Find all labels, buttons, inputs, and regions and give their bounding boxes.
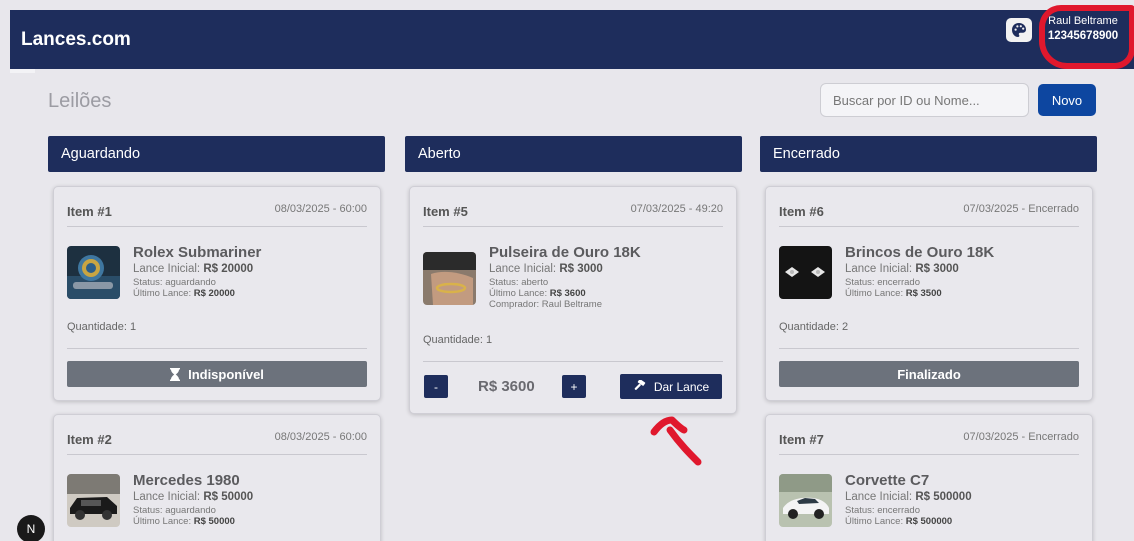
divider <box>423 361 723 362</box>
user-name: Raul Beltrame <box>1048 15 1118 27</box>
button-label: Finalizado <box>897 366 961 382</box>
auction-card-item-7: Item #7 07/03/2025 - Encerrado Corvette … <box>765 414 1093 541</box>
card-header: Item #2 08/03/2025 - 60:00 <box>67 415 367 455</box>
place-bid-button[interactable]: Dar Lance <box>620 374 722 399</box>
item-quantity: Quantidade: 2 <box>779 321 849 333</box>
item-date: 07/03/2025 - 49:20 <box>630 203 723 215</box>
navbar: Lances.com <box>10 10 1134 69</box>
item-date: 07/03/2025 - Encerrado <box>963 431 1079 443</box>
item-info: Mercedes 1980 Lance Inicial: R$ 50000 St… <box>133 472 372 527</box>
page-title: Leilões <box>48 90 112 112</box>
card-header: Item #6 07/03/2025 - Encerrado <box>779 187 1079 227</box>
hourglass-icon <box>170 367 181 381</box>
item-quantity: Quantidade: 1 <box>423 334 493 346</box>
initial-bid: Lance Inicial: R$ 3000 <box>845 263 959 275</box>
gavel-icon <box>634 380 646 390</box>
item-info: Pulseira de Ouro 18K Lance Inicial: R$ 3… <box>489 244 728 310</box>
initial-bid: Lance Inicial: R$ 3000 <box>489 263 603 275</box>
last-bid: Último Lance: R$ 20000 <box>133 288 235 299</box>
item-status: Status: aguardando <box>133 277 216 288</box>
item-id: Item #6 <box>779 204 824 219</box>
column-header-closed: Encerrado <box>760 136 1097 172</box>
auction-card-item-2: Item #2 08/03/2025 - 60:00 Mercedes 1980… <box>53 414 381 541</box>
search-input[interactable] <box>820 83 1029 117</box>
item-id: Item #5 <box>423 204 468 219</box>
initial-bid: Lance Inicial: R$ 50000 <box>133 491 254 503</box>
item-date: 08/03/2025 - 60:00 <box>274 431 367 443</box>
item-status: Status: aguardando <box>133 505 216 516</box>
item-name: Mercedes 1980 <box>133 472 240 489</box>
card-header: Item #5 07/03/2025 - 49:20 <box>423 187 723 227</box>
annotation-arrow <box>650 416 702 466</box>
tab-indicator <box>10 69 35 73</box>
palette-icon <box>1012 23 1026 37</box>
increment-button[interactable]: + <box>562 375 586 398</box>
finished-button[interactable]: Finalizado <box>779 361 1079 387</box>
last-bid: Último Lance: R$ 50000 <box>133 516 235 527</box>
button-label: Dar Lance <box>653 379 710 394</box>
item-status: Status: encerrado <box>845 277 920 288</box>
card-header: Item #7 07/03/2025 - Encerrado <box>779 415 1079 455</box>
user-info[interactable]: Raul Beltrame 12345678900 <box>1040 8 1126 50</box>
nextjs-dev-badge[interactable]: N <box>17 515 45 541</box>
item-quantity: Quantidade: 1 <box>67 321 137 333</box>
decrement-button[interactable]: - <box>424 375 448 398</box>
divider <box>779 348 1079 349</box>
item-image <box>779 474 832 527</box>
column-header-open: Aberto <box>405 136 742 172</box>
last-bid: Último Lance: R$ 500000 <box>845 516 953 527</box>
item-image <box>423 252 476 305</box>
auction-card-item-6: Item #6 07/03/2025 - Encerrado Brincos d… <box>765 186 1093 401</box>
buyer-name: Comprador: Raul Beltrame <box>489 299 602 310</box>
brand-logo[interactable]: Lances.com <box>21 29 131 51</box>
last-bid: Último Lance: R$ 3600 <box>489 288 586 299</box>
column-header-waiting: Aguardando <box>48 136 385 172</box>
item-info: Brincos de Ouro 18K Lance Inicial: R$ 30… <box>845 244 1084 299</box>
item-name: Pulseira de Ouro 18K <box>489 244 641 261</box>
item-status: Status: encerrado <box>845 505 920 516</box>
card-header: Item #1 08/03/2025 - 60:00 <box>67 187 367 227</box>
item-date: 07/03/2025 - Encerrado <box>963 203 1079 215</box>
item-name: Corvette C7 <box>845 472 930 489</box>
auction-card-item-1: Item #1 08/03/2025 - 60:00 Rolex Submari… <box>53 186 381 401</box>
item-name: Rolex Submariner <box>133 244 262 261</box>
bid-value: R$ 3600 <box>478 378 535 395</box>
initial-bid: Lance Inicial: R$ 500000 <box>845 491 972 503</box>
theme-palette-button[interactable] <box>1006 18 1032 42</box>
item-id: Item #7 <box>779 432 824 447</box>
item-image <box>67 246 120 299</box>
item-name: Brincos de Ouro 18K <box>845 244 995 261</box>
divider <box>67 348 367 349</box>
item-id: Item #2 <box>67 432 112 447</box>
button-label: Indisponível <box>188 366 264 382</box>
item-image <box>67 474 120 527</box>
new-auction-button[interactable]: Novo <box>1038 84 1096 116</box>
initial-bid: Lance Inicial: R$ 20000 <box>133 263 254 275</box>
user-id: 12345678900 <box>1047 30 1119 42</box>
item-info: Corvette C7 Lance Inicial: R$ 500000 Sta… <box>845 472 1084 527</box>
item-date: 08/03/2025 - 60:00 <box>274 203 367 215</box>
item-image <box>779 246 832 299</box>
item-id: Item #1 <box>67 204 112 219</box>
item-status: Status: aberto <box>489 277 549 288</box>
unavailable-button[interactable]: Indisponível <box>67 361 367 387</box>
last-bid: Último Lance: R$ 3500 <box>845 288 942 299</box>
auction-card-item-5: Item #5 07/03/2025 - 49:20 Pulseira de O… <box>409 186 737 414</box>
item-info: Rolex Submariner Lance Inicial: R$ 20000… <box>133 244 372 299</box>
